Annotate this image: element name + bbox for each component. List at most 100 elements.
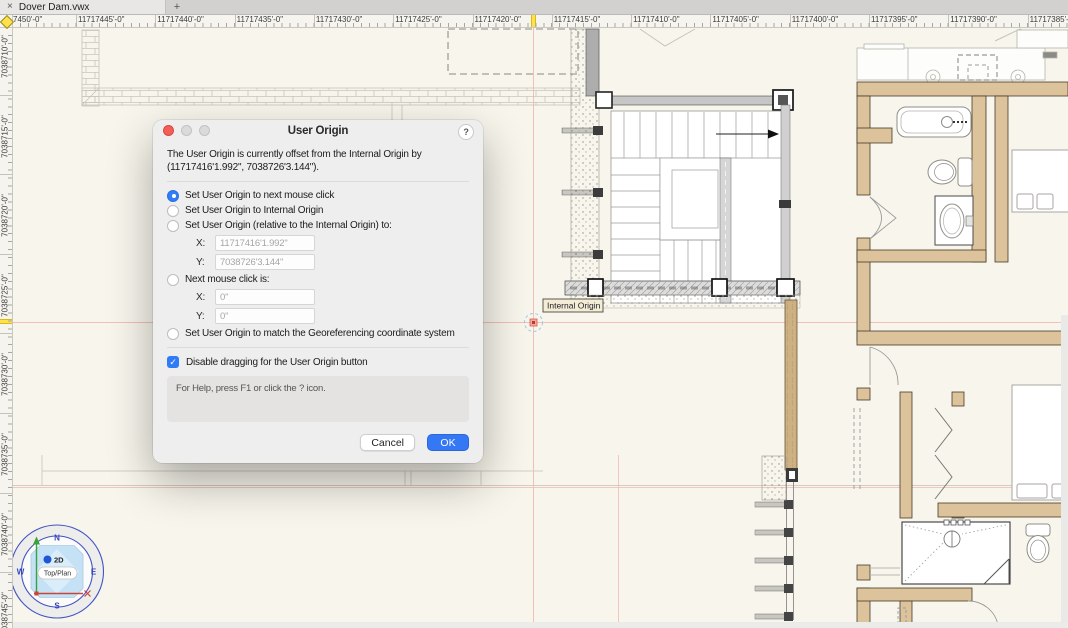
- app-window: Internal Origin N S W E 2D Top/Plan: [0, 0, 1068, 628]
- ruler-label: 7038710'-0": [1, 29, 10, 85]
- checkbox-label: Disable dragging for the User Origin but…: [186, 357, 368, 368]
- origin-diamond-icon[interactable]: [0, 15, 14, 29]
- cancel-button[interactable]: Cancel: [360, 434, 415, 451]
- help-text-box: For Help, press F1 or click the ? icon.: [167, 376, 469, 422]
- radio-button[interactable]: [167, 190, 179, 202]
- bed-icon: [1012, 385, 1068, 500]
- compass-mode-label: 2D: [54, 556, 64, 565]
- y-field-label: Y:: [196, 311, 208, 322]
- zoom-button: [199, 125, 210, 136]
- ruler-label: 7038745'-0": [1, 586, 10, 628]
- dialog-buttons: Cancel OK: [167, 434, 469, 451]
- radio-button[interactable]: [167, 220, 179, 232]
- ruler-label: 7038725'-0": [1, 267, 10, 323]
- x-field-label: X:: [196, 238, 208, 249]
- masonry-wall: [82, 30, 580, 106]
- stair-left-wall: [562, 29, 603, 310]
- radio-button[interactable]: [167, 274, 179, 286]
- y-field-label: Y:: [196, 257, 208, 268]
- ruler-horizontal[interactable]: 7450'-0" 11717445'-0" 11717440'-0" 11717435…: [12, 14, 1068, 28]
- ruler-vertical[interactable]: 7038710'-0" 7038715'-0" 7038720'-0" 7038725…: [0, 27, 13, 628]
- compass-west-label[interactable]: W: [17, 568, 25, 577]
- dialog-title-bar[interactable]: User Origin ?: [153, 120, 483, 142]
- ruler-label: 11717410'-0": [633, 15, 679, 24]
- compass-north-label[interactable]: N: [54, 534, 60, 543]
- ruler-label: 11717390'-0": [950, 15, 996, 24]
- ruler-label: 11717435'-0": [237, 15, 283, 24]
- dashed-outline: [448, 29, 578, 74]
- ruler-label: 7038715'-0": [1, 108, 10, 164]
- internal-origin-label: Internal Origin: [543, 299, 603, 312]
- next-click-y-input[interactable]: [215, 308, 315, 324]
- relative-y-input[interactable]: [215, 254, 315, 270]
- relative-x-row: X:: [196, 235, 469, 251]
- radio-label: Set User Origin (relative to the Interna…: [185, 220, 392, 231]
- staircase: [611, 105, 791, 303]
- compass-south-label[interactable]: S: [54, 602, 60, 611]
- tab-close-icon[interactable]: ×: [7, 2, 13, 12]
- check-icon: ✓: [169, 358, 176, 367]
- radio-row-next-mouse-click[interactable]: Set User Origin to next mouse click: [167, 189, 469, 202]
- next-click-x-row: X:: [196, 289, 469, 305]
- tab-title: Dover Dam.vwx: [19, 2, 90, 13]
- divider: [167, 347, 469, 348]
- dialog-title: User Origin: [288, 125, 348, 137]
- x-field-label: X:: [196, 292, 208, 303]
- bed-icon: [1012, 150, 1068, 212]
- ruler-origin-marker-x: [531, 14, 536, 27]
- next-click-x-input[interactable]: [215, 289, 315, 305]
- view-compass[interactable]: N S W E 2D Top/Plan: [12, 525, 104, 618]
- ruler-label: 11717400'-0": [792, 15, 838, 24]
- dialog-description: The User Origin is currently offset from…: [167, 148, 469, 174]
- ruler-label: 11717385'-0": [1030, 15, 1068, 24]
- ruler-label: 7450'-0": [13, 15, 42, 24]
- internal-origin-text: Internal Origin: [547, 301, 601, 311]
- relative-x-input[interactable]: [215, 235, 315, 251]
- radio-button[interactable]: [167, 205, 179, 217]
- shower-icon: [902, 520, 1010, 584]
- new-tab-button[interactable]: +: [168, 0, 186, 14]
- radio-label: Next mouse click is:: [185, 274, 269, 285]
- help-icon[interactable]: ?: [458, 124, 474, 140]
- disable-dragging-row[interactable]: ✓ Disable dragging for the User Origin b…: [167, 355, 469, 369]
- radio-row-next-click-is[interactable]: Next mouse click is:: [167, 273, 469, 286]
- close-button[interactable]: [163, 125, 174, 136]
- radio-row-georeferencing[interactable]: Set User Origin to match the Georeferenc…: [167, 327, 469, 340]
- ruler-label: 11717445'-0": [78, 15, 124, 24]
- radio-label: Set User Origin to match the Georeferenc…: [185, 328, 455, 339]
- ruler-label: 11717430'-0": [316, 15, 362, 24]
- apartment-plan: [854, 30, 1068, 628]
- divider: [167, 181, 469, 182]
- radio-row-relative-to-internal[interactable]: Set User Origin (relative to the Interna…: [167, 219, 469, 232]
- radio-label: Set User Origin to Internal Origin: [185, 205, 323, 216]
- compass-view-label: Top/Plan: [44, 571, 71, 578]
- ruler-label: 7038740'-0": [1, 506, 10, 562]
- ruler-corner[interactable]: [0, 14, 13, 28]
- radio-button[interactable]: [167, 328, 179, 340]
- user-origin-dialog: User Origin ? The User Origin is current…: [153, 120, 483, 463]
- relative-y-row: Y:: [196, 254, 469, 270]
- tan-wall-vertical: [755, 300, 798, 621]
- stair-top-wall: [596, 90, 793, 110]
- help-text: For Help, press F1 or click the ? icon.: [176, 383, 326, 394]
- radio-label: Set User Origin to next mouse click: [185, 190, 334, 201]
- bathtub-icon: [897, 107, 971, 137]
- window-controls: [163, 125, 210, 136]
- ruler-label: 11717440'-0": [157, 15, 203, 24]
- toilet-icon: [928, 158, 972, 186]
- ok-button[interactable]: OK: [427, 434, 469, 451]
- toilet-icon: [1026, 524, 1050, 563]
- sink-icon: [935, 196, 973, 245]
- document-tab[interactable]: × Dover Dam.vwx: [0, 0, 166, 14]
- ruler-label: 11717395'-0": [871, 15, 917, 24]
- ruler-label: 7038730'-0": [1, 347, 10, 403]
- ruler-label: 11717420'-0": [475, 15, 521, 24]
- tab-bar: × Dover Dam.vwx +: [0, 0, 1068, 15]
- checkbox-checked[interactable]: ✓: [167, 356, 179, 368]
- compass-east-label[interactable]: E: [91, 568, 97, 577]
- radio-row-internal-origin[interactable]: Set User Origin to Internal Origin: [167, 204, 469, 217]
- ruler-label: 11717405'-0": [712, 15, 758, 24]
- ruler-label: 11717425'-0": [395, 15, 441, 24]
- ruler-label: 7038720'-0": [1, 188, 10, 244]
- ruler-label: 11717415'-0": [554, 15, 600, 24]
